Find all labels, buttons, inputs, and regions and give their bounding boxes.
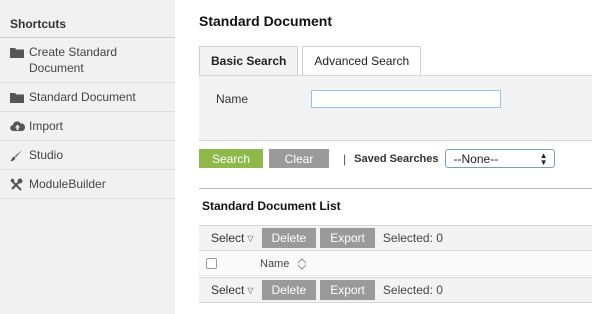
main-content: Standard Document Basic Search Advanced … [175,0,592,314]
select-dropdown[interactable]: Select ▽ [211,283,254,297]
select-all-checkbox[interactable] [206,258,217,269]
delete-button[interactable]: Delete [261,228,317,248]
folder-icon [10,44,26,60]
search-tabs: Basic Search Advanced Search [199,46,425,75]
chevron-down-icon: ▽ [247,285,254,295]
select-label: Select [211,283,245,297]
column-header-name[interactable]: Name [260,258,289,270]
sidebar-item-label: Create Standard Document [29,45,118,75]
separator: | [343,151,347,166]
search-panel: Name [199,75,592,141]
search-actions: Search Clear | Saved Searches --None-- ▲… [199,149,592,168]
cloud-upload-icon [10,118,26,134]
saved-searches-label: Saved Searches [354,152,439,165]
sidebar-item-label: Import [29,119,64,133]
list-title: Standard Document List [202,199,341,213]
sidebar-item-label: Studio [29,148,64,162]
list-action-bar-bottom: Select ▽ Delete Export Selected: 0 [199,277,592,303]
divider [199,188,592,189]
search-button[interactable]: Search [199,149,263,168]
page-title: Standard Document [199,13,333,29]
saved-searches-select[interactable]: --None-- ▲ ▼ [444,149,555,168]
sidebar-item-standard-document[interactable]: Standard Document [0,83,175,112]
chevron-down-icon: ▽ [247,233,254,243]
folder-icon [10,89,26,105]
sidebar: Shortcuts Create Standard Document Stand… [0,0,175,314]
selected-count: Selected: 0 [382,231,443,245]
tools-icon [10,176,26,192]
export-button[interactable]: Export [320,228,375,248]
sidebar-item-label: Standard Document [29,90,136,104]
select-dropdown[interactable]: Select ▽ [211,231,254,245]
saved-searches-value: --None-- [453,151,499,166]
select-label: Select [211,231,245,245]
sort-icon[interactable] [297,257,307,270]
sidebar-item-import[interactable]: Import [0,112,175,141]
sidebar-item-modulebuilder[interactable]: ModuleBuilder [0,170,175,199]
name-label: Name [216,92,249,106]
name-input[interactable] [311,90,501,108]
brush-icon [10,147,26,163]
list-action-bar-top: Select ▽ Delete Export Selected: 0 [199,225,592,251]
clear-button[interactable]: Clear [269,149,329,168]
table-header-row: Name [199,252,592,276]
sidebar-title: Shortcuts [0,0,175,38]
sidebar-item-label: ModuleBuilder [29,177,106,191]
tab-basic-search[interactable]: Basic Search [199,46,299,75]
selected-count: Selected: 0 [382,283,443,297]
tab-advanced-search[interactable]: Advanced Search [302,46,422,75]
sidebar-item-studio[interactable]: Studio [0,141,175,170]
select-arrows-icon: ▲ ▼ [539,150,548,167]
delete-button[interactable]: Delete [261,280,317,300]
export-button[interactable]: Export [320,280,375,300]
sidebar-item-create-standard-document[interactable]: Create Standard Document [0,38,175,83]
